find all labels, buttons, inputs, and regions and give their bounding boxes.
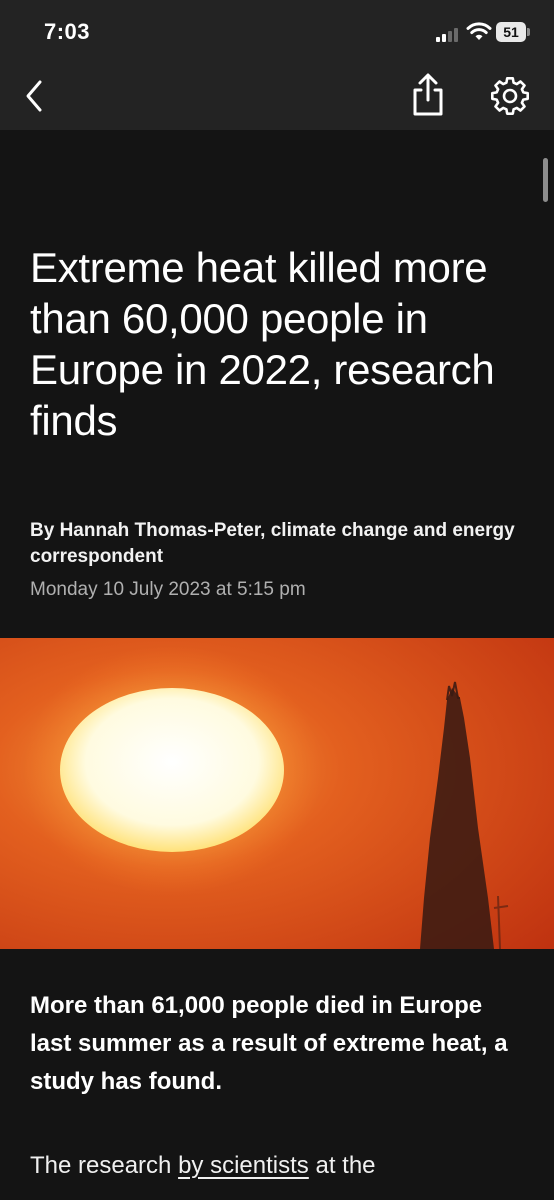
article-paragraph: The research by scientists at the bbox=[30, 1147, 550, 1185]
scientists-link[interactable]: by scientists bbox=[178, 1152, 309, 1179]
battery-level: 51 bbox=[496, 22, 526, 42]
share-icon[interactable] bbox=[408, 72, 448, 118]
article-body: More than 61,000 people died in Europe l… bbox=[0, 949, 554, 1200]
back-icon[interactable] bbox=[18, 78, 52, 114]
nav-bar bbox=[0, 62, 554, 130]
hero-image bbox=[0, 638, 554, 949]
article-header: Extreme heat killed more than 60,000 peo… bbox=[0, 130, 554, 638]
battery-icon: 51 bbox=[496, 22, 530, 42]
article-headline: Extreme heat killed more than 60,000 peo… bbox=[30, 244, 495, 444]
wifi-icon bbox=[466, 22, 492, 40]
paragraph-text-start: The research bbox=[30, 1152, 179, 1179]
scrollbar[interactable] bbox=[543, 158, 548, 202]
status-time: 7:03 bbox=[44, 19, 91, 44]
paragraph-text-rest: at the bbox=[308, 1152, 376, 1179]
article-lead: More than 61,000 people died in Europe l… bbox=[30, 992, 508, 1095]
gear-icon[interactable] bbox=[490, 76, 530, 116]
article-date: Monday 10 July 2023 at 5:15 pm bbox=[30, 579, 306, 600]
battery-tip bbox=[527, 28, 530, 36]
article-byline: By Hannah Thomas-Peter, climate change a… bbox=[30, 520, 515, 567]
status-bar: 7:03 51 bbox=[0, 0, 554, 62]
signal-icon bbox=[436, 26, 462, 42]
sun-disc bbox=[60, 688, 284, 852]
